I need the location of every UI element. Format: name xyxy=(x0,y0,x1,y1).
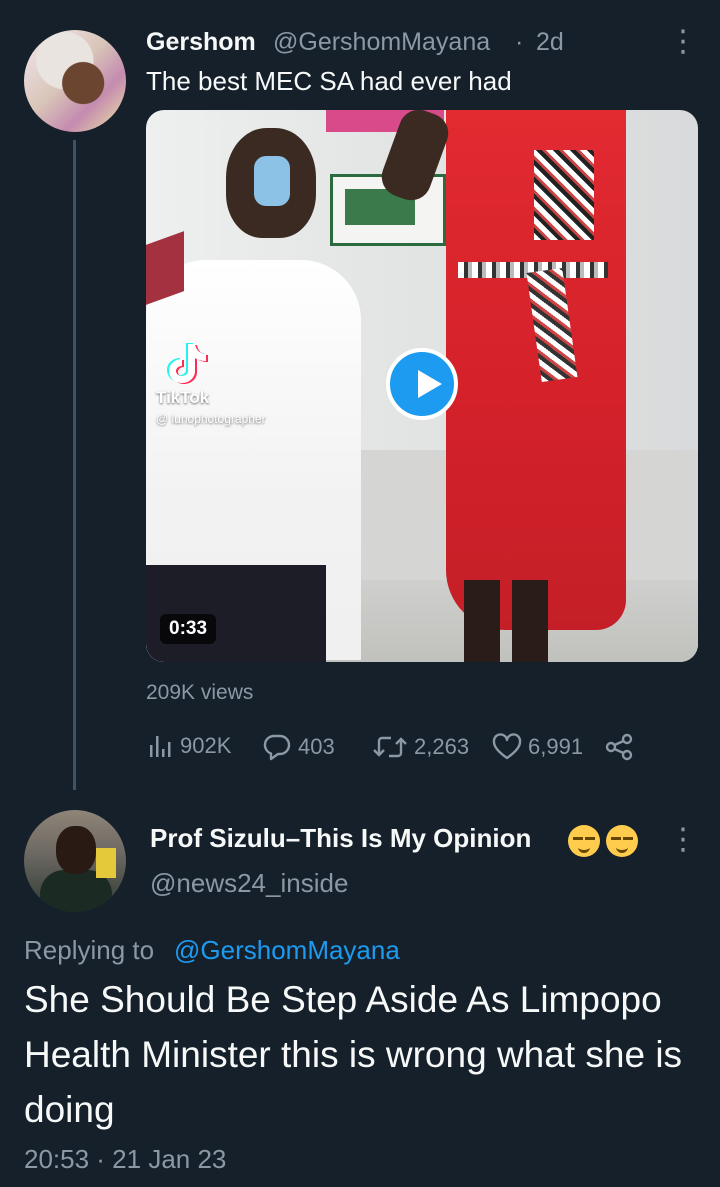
like-count: 6,991 xyxy=(528,734,584,759)
tweet-text: The best MEC SA had ever had xyxy=(146,66,512,96)
retweet-icon xyxy=(373,736,407,758)
avatar[interactable] xyxy=(24,30,126,132)
play-button[interactable] xyxy=(386,348,458,420)
analytics-count: 902K xyxy=(180,733,232,758)
leg xyxy=(512,580,548,662)
tweet-age[interactable]: 2d xyxy=(536,28,564,57)
reply-icon xyxy=(263,734,291,761)
tiktok-watermark-user: @ lunophotographer xyxy=(156,412,266,426)
tweet-text: She Should Be Step Aside As Limpopo Heal… xyxy=(24,979,683,1130)
reply-count: 403 xyxy=(298,734,335,759)
smirk-emoji-icon xyxy=(568,825,600,857)
author-name[interactable]: Gershom xyxy=(146,28,256,57)
view-count: 209K views xyxy=(146,681,254,704)
tiktok-logo-icon xyxy=(167,343,208,384)
replying-to-handle-link[interactable]: @GershomMayana xyxy=(174,935,400,966)
face-mask xyxy=(254,156,290,206)
replying-to-label: Replying to xyxy=(24,935,155,965)
tiktok-watermark-brand: TikTok xyxy=(156,388,210,407)
scarf-pattern xyxy=(534,150,594,240)
more-options-icon[interactable]: ⋮ xyxy=(668,820,698,860)
author-name[interactable]: Prof Sizulu–This Is My Opinion xyxy=(150,823,531,854)
analytics-button[interactable]: 902K xyxy=(146,733,231,759)
heart-icon xyxy=(492,733,522,760)
analytics-icon xyxy=(150,736,171,757)
retweet-count: 2,263 xyxy=(414,734,470,759)
play-icon xyxy=(418,370,442,398)
tweet-timestamp[interactable]: 20:53 · 21 Jan 23 xyxy=(24,1144,226,1175)
separator-dot: · xyxy=(515,28,524,56)
reply-button[interactable]: 403 xyxy=(262,733,335,761)
avatar[interactable] xyxy=(24,810,126,912)
retweet-button[interactable]: 2,263 xyxy=(372,733,469,761)
share-icon xyxy=(605,733,633,761)
author-handle[interactable]: @news24_inside xyxy=(150,868,348,899)
avatar-face xyxy=(56,826,96,874)
video-thumbnail[interactable]: TikTok @ lunophotographer 0:33 xyxy=(146,110,698,662)
author-handle[interactable]: @GershomMayana xyxy=(273,28,490,57)
leg xyxy=(464,580,500,662)
more-options-icon[interactable]: ⋮ xyxy=(668,22,698,62)
video-duration: 0:33 xyxy=(160,614,217,644)
share-button[interactable] xyxy=(604,733,634,761)
like-button[interactable]: 6,991 xyxy=(492,733,583,761)
thread-connector-line xyxy=(73,140,76,790)
smirk-emoji-icon xyxy=(606,825,638,857)
avatar-sign xyxy=(96,848,116,878)
